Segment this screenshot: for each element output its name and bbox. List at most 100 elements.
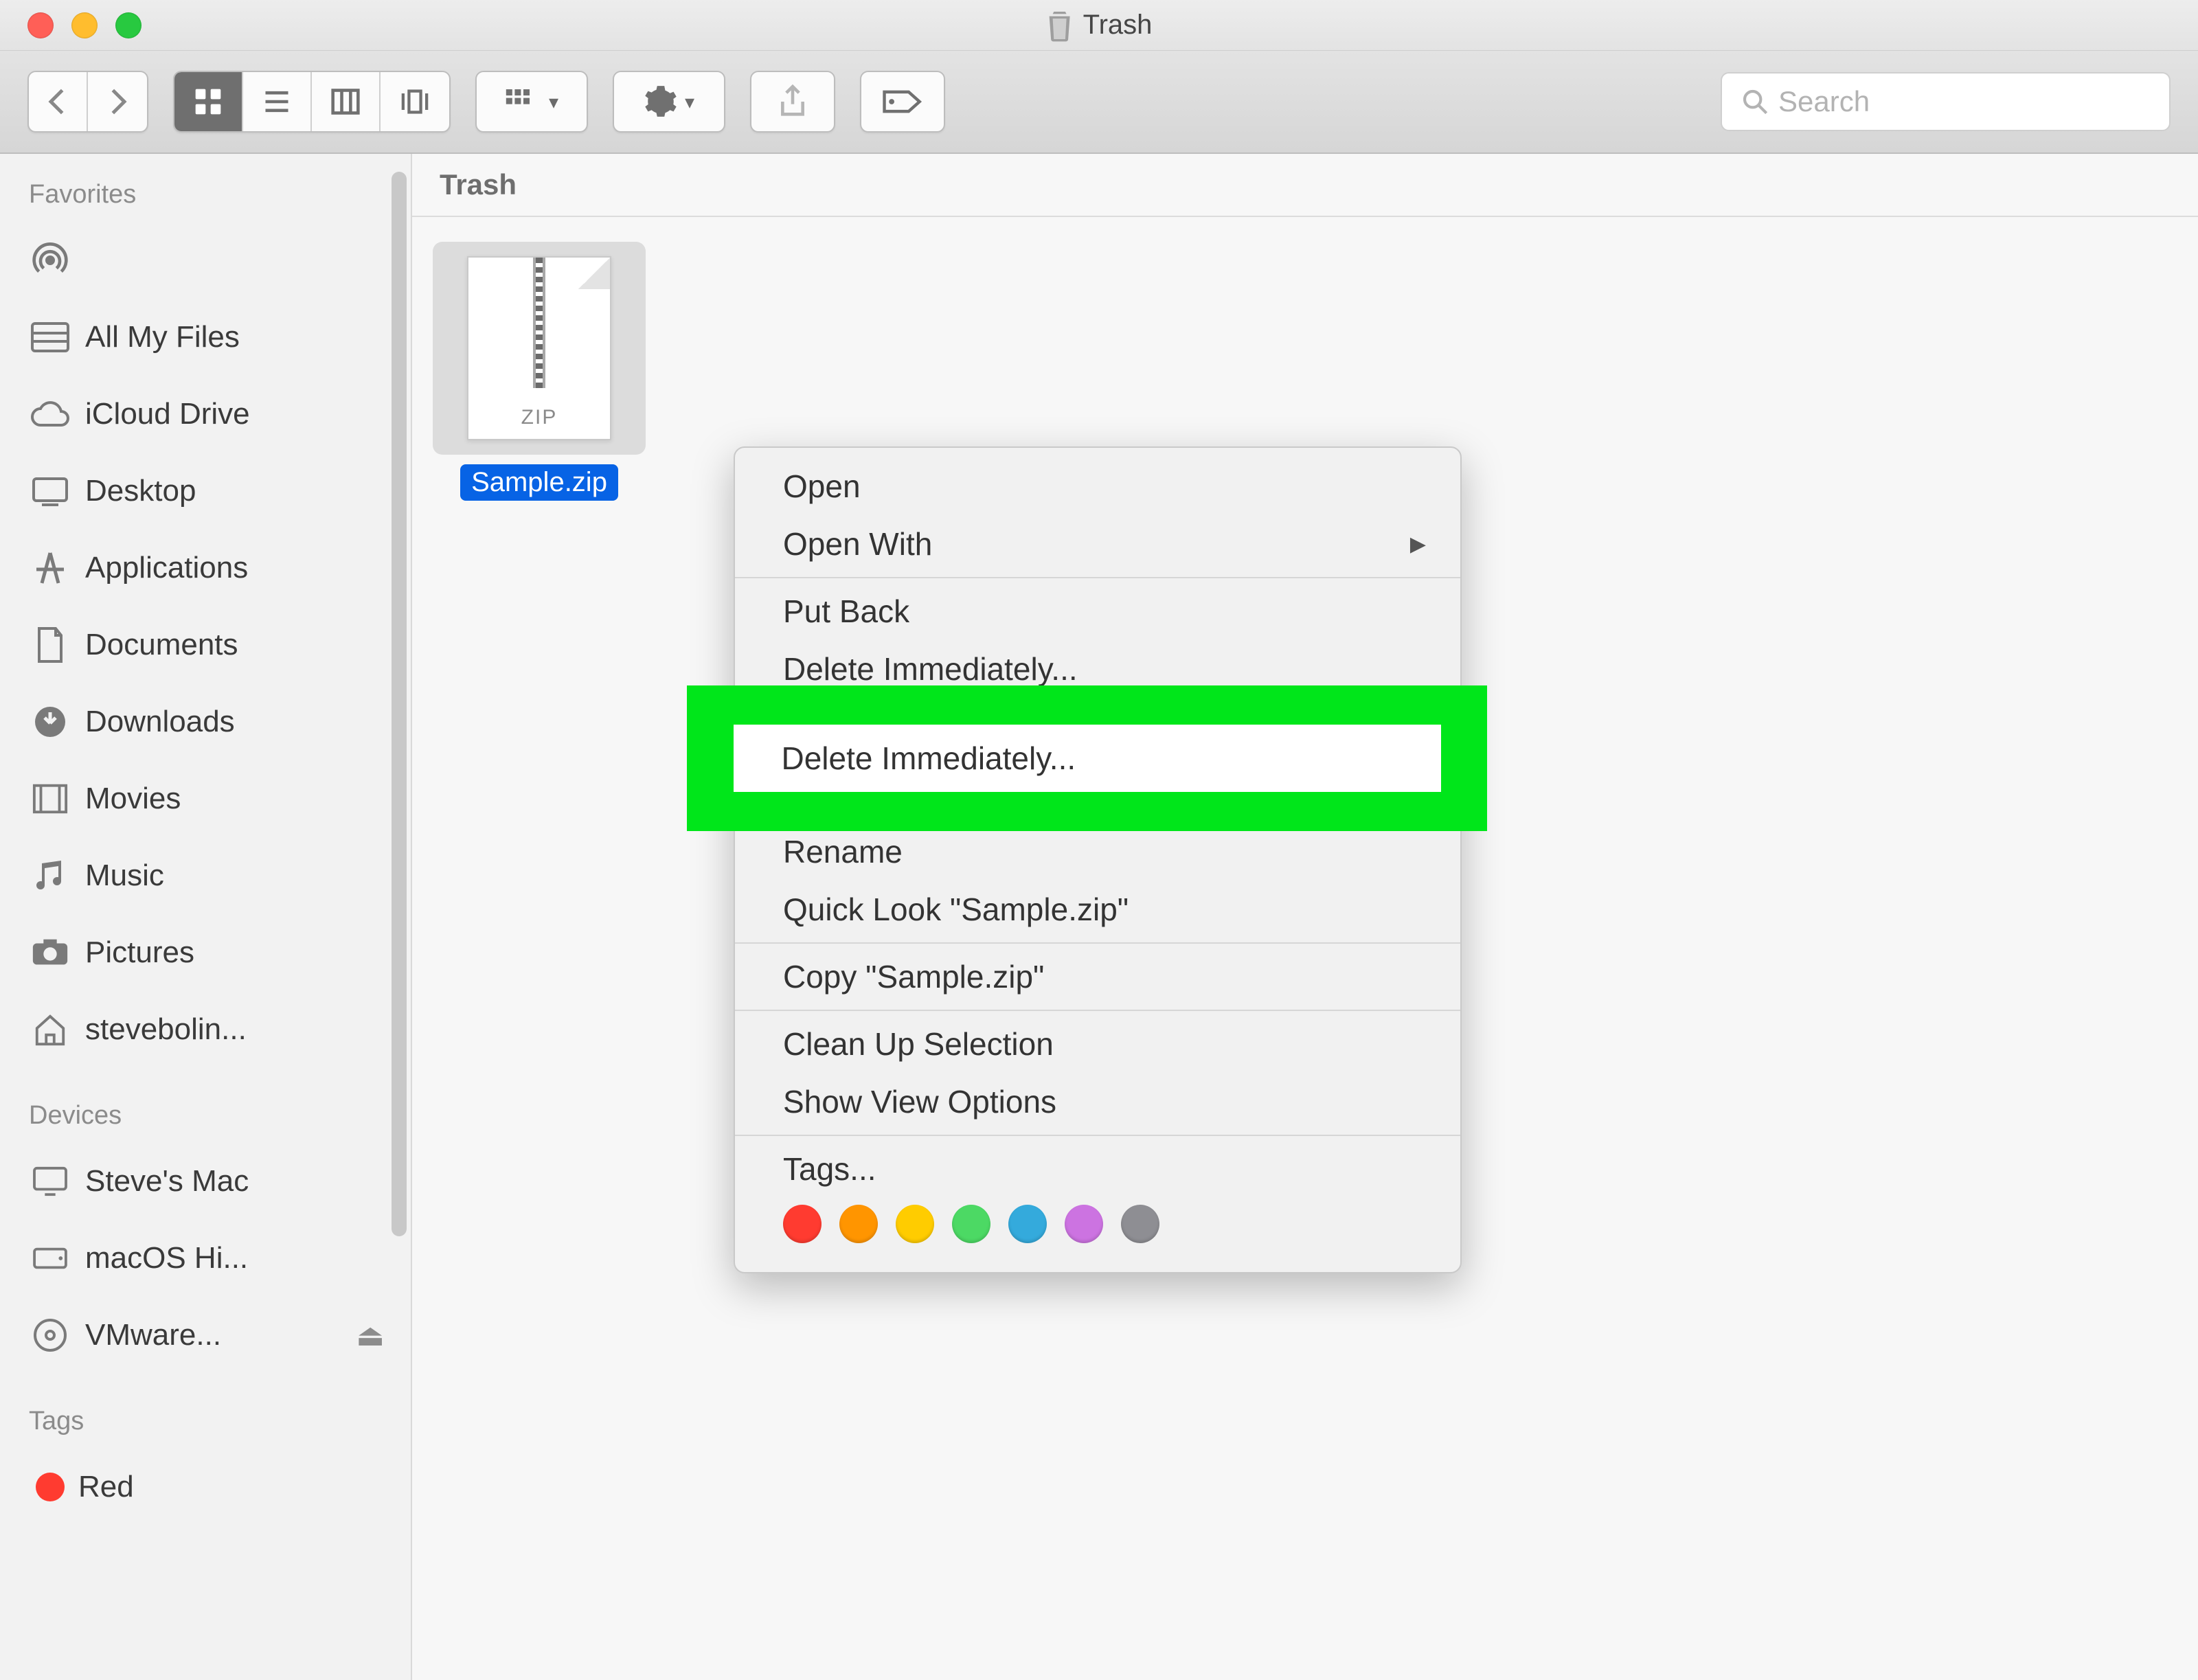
tag-color-orange[interactable] bbox=[839, 1205, 878, 1243]
disc-icon bbox=[29, 1314, 71, 1357]
sidebar-item-this-mac[interactable]: Steve's Mac bbox=[26, 1143, 385, 1220]
arrange-button-group: ▾ bbox=[475, 71, 588, 133]
pictures-icon bbox=[29, 931, 71, 974]
menu-item-put-back[interactable]: Put Back bbox=[735, 582, 1460, 640]
sidebar-item-tag-red[interactable]: Red bbox=[26, 1449, 385, 1525]
movies-icon bbox=[29, 777, 71, 820]
sidebar-item-airdrop[interactable] bbox=[26, 222, 385, 299]
sidebar-item-desktop[interactable]: Desktop bbox=[26, 453, 385, 530]
menu-tag-picker bbox=[735, 1198, 1460, 1262]
sidebar-item-downloads[interactable]: Downloads bbox=[26, 683, 385, 760]
menu-item-copy[interactable]: Copy "Sample.zip" bbox=[735, 948, 1460, 1006]
action-button-group: ▾ bbox=[613, 71, 725, 133]
menu-item-rename[interactable]: Rename bbox=[735, 823, 1460, 881]
highlighted-menu-item[interactable]: Delete Immediately... bbox=[734, 725, 1441, 792]
sidebar-item-all-my-files[interactable]: All My Files bbox=[26, 299, 385, 376]
sidebar-item-boot-disk[interactable]: macOS Hi... bbox=[26, 1220, 385, 1297]
sidebar-item-pictures[interactable]: Pictures bbox=[26, 914, 385, 991]
share-button[interactable] bbox=[751, 72, 834, 131]
icon-view-button[interactable] bbox=[174, 72, 243, 131]
sidebar-header-tags: Tags bbox=[26, 1398, 385, 1449]
tag-red-icon bbox=[36, 1473, 65, 1501]
sidebar-item-disc[interactable]: VMware... ⏏ bbox=[26, 1297, 385, 1374]
sidebar-item-label: Downloads bbox=[85, 705, 235, 739]
zoom-window-button[interactable] bbox=[115, 12, 141, 38]
menu-separator bbox=[735, 1010, 1460, 1011]
hdd-icon bbox=[29, 1237, 71, 1280]
column-view-button[interactable] bbox=[312, 72, 381, 131]
tag-color-grey[interactable] bbox=[1121, 1205, 1159, 1243]
sidebar-item-home[interactable]: stevebolin... bbox=[26, 991, 385, 1068]
menu-item-open-with[interactable]: Open With bbox=[735, 515, 1460, 573]
eject-icon[interactable]: ⏏ bbox=[356, 1318, 385, 1353]
file-name-label[interactable]: Sample.zip bbox=[460, 464, 618, 501]
tag-color-purple[interactable] bbox=[1065, 1205, 1103, 1243]
arrange-button[interactable]: ▾ bbox=[477, 72, 587, 131]
music-icon bbox=[29, 854, 71, 897]
sidebar: Favorites All My Files iCloud Drive Desk… bbox=[0, 154, 412, 1680]
downloads-icon bbox=[29, 701, 71, 743]
icloud-icon bbox=[29, 393, 71, 435]
sidebar-item-music[interactable]: Music bbox=[26, 837, 385, 914]
window-title-text: Trash bbox=[1083, 10, 1153, 41]
sidebar-header-favorites: Favorites bbox=[26, 172, 385, 222]
sidebar-item-label: stevebolin... bbox=[85, 1012, 247, 1047]
applications-icon bbox=[29, 547, 71, 589]
tag-color-blue[interactable] bbox=[1008, 1205, 1047, 1243]
sidebar-item-documents[interactable]: Documents bbox=[26, 606, 385, 683]
all-my-files-icon bbox=[29, 316, 71, 359]
menu-item-clean-up[interactable]: Clean Up Selection bbox=[735, 1015, 1460, 1073]
tutorial-highlight: Delete Immediately... bbox=[687, 685, 1487, 831]
sidebar-item-movies[interactable]: Movies bbox=[26, 760, 385, 837]
back-button[interactable] bbox=[29, 72, 88, 131]
path-location: Trash bbox=[440, 168, 517, 201]
tag-color-green[interactable] bbox=[952, 1205, 990, 1243]
toolbar: ▾ ▾ bbox=[0, 51, 2198, 154]
sidebar-item-label: Documents bbox=[85, 628, 238, 662]
imac-icon bbox=[29, 1160, 71, 1203]
sidebar-scrollbar[interactable] bbox=[392, 172, 407, 1236]
documents-icon bbox=[29, 624, 71, 666]
sidebar-item-label: iCloud Drive bbox=[85, 397, 250, 431]
sidebar-item-label: Red bbox=[78, 1470, 134, 1504]
forward-button[interactable] bbox=[88, 72, 147, 131]
coverflow-view-button[interactable] bbox=[381, 72, 449, 131]
close-window-button[interactable] bbox=[27, 12, 54, 38]
tag-color-red[interactable] bbox=[783, 1205, 822, 1243]
sidebar-item-icloud[interactable]: iCloud Drive bbox=[26, 376, 385, 453]
finder-window: Trash bbox=[0, 0, 2198, 1680]
edit-tags-button[interactable] bbox=[861, 72, 944, 131]
home-icon bbox=[29, 1008, 71, 1051]
trash-icon bbox=[1046, 9, 1074, 42]
desktop-icon bbox=[29, 470, 71, 512]
chevron-down-icon: ▾ bbox=[549, 91, 558, 113]
search-icon bbox=[1741, 88, 1769, 115]
menu-item-open[interactable]: Open bbox=[735, 457, 1460, 515]
traffic-lights bbox=[0, 12, 141, 38]
menu-separator bbox=[735, 577, 1460, 578]
nav-buttons bbox=[27, 71, 148, 133]
file-item[interactable]: ZIP Sample.zip bbox=[433, 242, 646, 501]
minimize-window-button[interactable] bbox=[71, 12, 98, 38]
tag-color-yellow[interactable] bbox=[896, 1205, 934, 1243]
sidebar-item-label: macOS Hi... bbox=[85, 1241, 248, 1275]
search-field[interactable] bbox=[1721, 72, 2171, 131]
list-view-button[interactable] bbox=[243, 72, 312, 131]
search-input[interactable] bbox=[1778, 85, 2150, 118]
context-menu: Open Open With Put Back Delete Immediate… bbox=[734, 446, 1462, 1273]
sidebar-item-applications[interactable]: Applications bbox=[26, 530, 385, 606]
airdrop-icon bbox=[29, 239, 71, 282]
chevron-down-icon: ▾ bbox=[685, 91, 694, 113]
view-switcher bbox=[173, 71, 451, 133]
menu-item-quick-look[interactable]: Quick Look "Sample.zip" bbox=[735, 881, 1460, 938]
file-kind-label: ZIP bbox=[521, 406, 558, 429]
titlebar: Trash bbox=[0, 0, 2198, 51]
sidebar-item-label: Applications bbox=[85, 551, 248, 585]
menu-separator bbox=[735, 1135, 1460, 1136]
menu-item-tags[interactable]: Tags... bbox=[735, 1140, 1460, 1198]
menu-item-view-options[interactable]: Show View Options bbox=[735, 1073, 1460, 1131]
action-button[interactable]: ▾ bbox=[614, 72, 724, 131]
sidebar-item-label: Music bbox=[85, 859, 164, 893]
sidebar-header-devices: Devices bbox=[26, 1093, 385, 1143]
sidebar-item-label: VMware... bbox=[85, 1318, 221, 1352]
